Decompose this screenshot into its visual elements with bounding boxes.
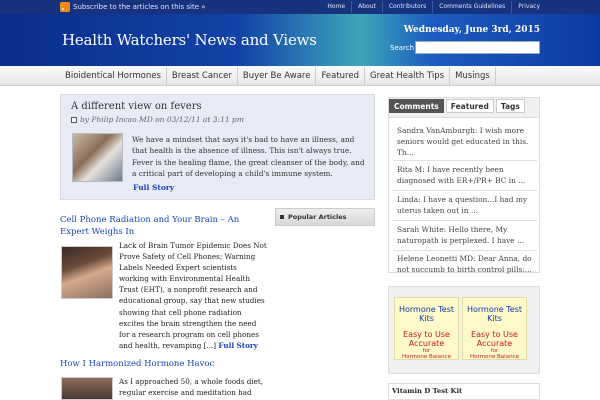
nav-bioidentical-hormones[interactable]: Bioidentical Hormones <box>60 67 167 85</box>
site-title[interactable]: Health Watchers' News and Views <box>62 31 317 49</box>
hormone-test-kit-ad[interactable]: Hormone Test Kits Easy to Use Accurate f… <box>462 297 527 360</box>
tab-tags[interactable]: Tags <box>495 99 525 113</box>
featured-box: A different view on fevers by Philip Inc… <box>60 94 375 200</box>
ad-small: Hormone Balance <box>402 354 451 360</box>
top-link-home[interactable]: Home <box>321 1 351 13</box>
nav-great-health-tips[interactable]: Great Health Tips <box>365 67 451 85</box>
search-label: Search <box>390 44 415 52</box>
featured-excerpt: We have a mindset that says it's bad to … <box>132 135 365 178</box>
top-link-comments-guidelines[interactable]: Comments Guidelines <box>432 1 511 13</box>
article-title[interactable]: Cell Phone Radiation and Your Brain – An… <box>60 215 270 238</box>
featured-title[interactable]: A different view on fevers <box>71 101 202 112</box>
main-nav: Bioidentical Hormones Breast Cancer Buye… <box>0 66 600 86</box>
ad-title: Hormone Test Kits <box>398 305 455 323</box>
hormone-test-kit-ad[interactable]: Hormone Test Kits Easy to Use Accurate f… <box>394 297 459 360</box>
article-photo[interactable] <box>61 377 113 400</box>
top-nav: Home About Contributors Comments Guideli… <box>321 1 546 13</box>
divider <box>393 190 537 191</box>
nav-breast-cancer[interactable]: Breast Cancer <box>167 67 238 85</box>
comment-item[interactable]: Helene Leonetti MD: Dear Anna, do not su… <box>397 253 537 275</box>
subscribe-link[interactable]: Subscribe to the articles on this site » <box>73 1 206 13</box>
top-link-contributors[interactable]: Contributors <box>381 1 432 13</box>
vitamin-d-title[interactable]: Vitamin D Test Kit <box>392 387 462 395</box>
article-title[interactable]: How I Harmonized Hormone Havoc <box>60 359 270 371</box>
vitamin-d-widget: Vitamin D Test Kit <box>388 383 540 400</box>
popular-articles-label: Popular Articles <box>288 213 347 221</box>
nav-musings[interactable]: Musings <box>450 67 496 85</box>
featured-full-story-link[interactable]: Full Story <box>133 183 174 192</box>
comment-item[interactable]: Sarah White: Hello there, My naturopath … <box>397 224 537 246</box>
ad-title: Hormone Test Kits <box>466 305 523 323</box>
article-photo[interactable] <box>61 246 113 299</box>
top-link-privacy[interactable]: Privacy <box>511 1 546 13</box>
popular-articles-header[interactable]: Popular Articles <box>275 208 375 226</box>
tab-comments[interactable]: Comments <box>389 99 444 113</box>
featured-photo[interactable] <box>72 133 123 182</box>
article-excerpt: As I approached 50, a whole foods diet, … <box>119 377 264 400</box>
sidebar-tabs: Comments Featured Tags <box>389 99 527 113</box>
article-excerpt-text: Lack of Brain Tumor Epidemic Does Not Pr… <box>119 241 267 350</box>
article-full-story-link[interactable]: Full Story <box>218 341 257 350</box>
nav-buyer-be-aware[interactable]: Buyer Be Aware <box>238 67 317 85</box>
comments-list: Sandra VanAmburgh: I wish more seniors w… <box>388 117 540 275</box>
ad-small: Hormone Balance <box>470 354 519 360</box>
divider <box>393 160 537 161</box>
nav-featured[interactable]: Featured <box>316 67 365 85</box>
search-input[interactable] <box>415 41 540 54</box>
featured-byline: by Philip Incao MD on 03/12/11 at 3:11 p… <box>80 115 244 124</box>
comment-item[interactable]: Sandra VanAmburgh: I wish more seniors w… <box>397 125 537 158</box>
article-excerpt: Lack of Brain Tumor Epidemic Does Not Pr… <box>119 240 267 351</box>
current-date: Wednesday, June 3rd, 2015 <box>403 25 540 35</box>
ad-line: Accurate <box>408 338 445 348</box>
popular-icon <box>280 215 284 219</box>
post-icon <box>71 117 77 123</box>
ad-line: Accurate <box>476 338 513 348</box>
rss-icon[interactable] <box>60 2 70 12</box>
divider <box>393 250 537 251</box>
comment-item[interactable]: Linda: I have a question...I had my uter… <box>397 194 537 216</box>
comment-item[interactable]: Rita M: I have recently been diagnosed w… <box>397 164 537 186</box>
divider <box>393 220 537 221</box>
top-link-about[interactable]: About <box>351 1 382 13</box>
tab-featured[interactable]: Featured <box>445 99 494 113</box>
